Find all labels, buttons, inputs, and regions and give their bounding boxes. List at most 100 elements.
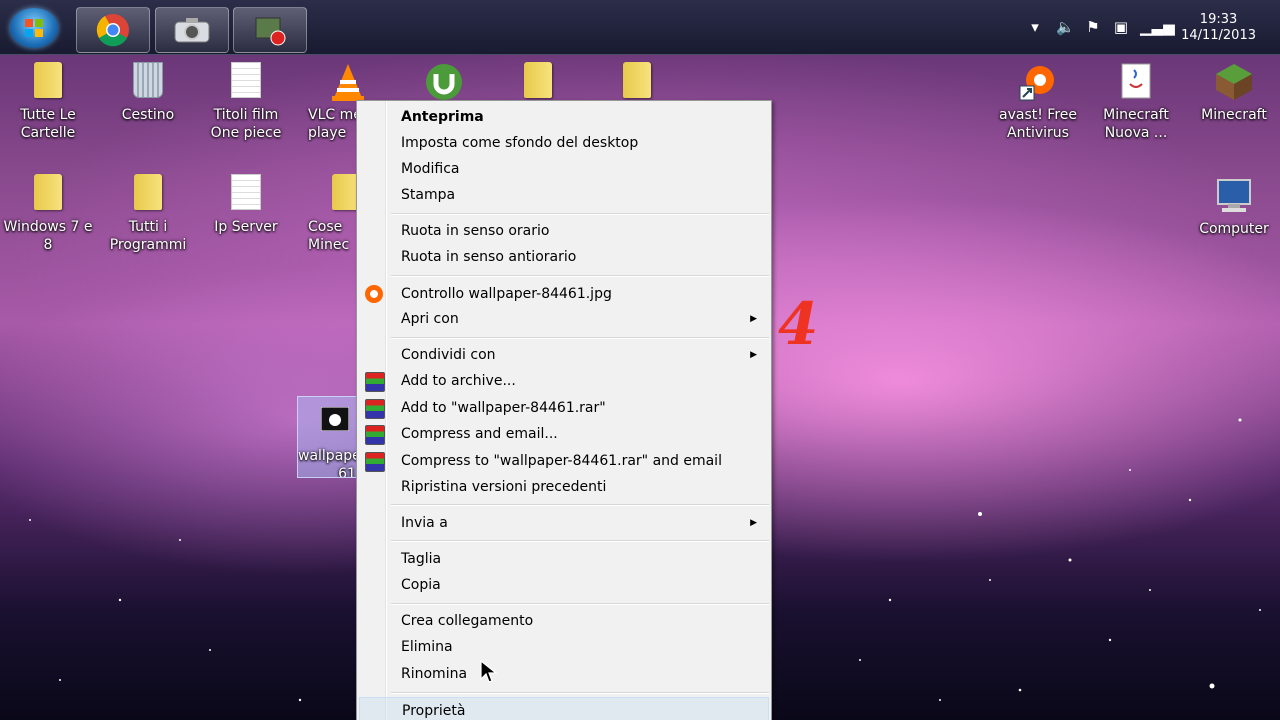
menu-item-stampa[interactable]: Stampa — [357, 182, 771, 208]
menu-item-label: Add to archive... — [401, 373, 516, 389]
menu-item-label: Compress and email... — [401, 426, 558, 442]
apple-image-icon — [320, 406, 350, 432]
menu-separator — [391, 504, 769, 506]
menu-separator — [391, 275, 769, 277]
menu-item-crea-collegamento[interactable]: Crea collegamento — [357, 608, 771, 634]
menu-item-copia[interactable]: Copia — [357, 572, 771, 598]
show-hidden-icons-arrow-icon[interactable]: ▾ — [1026, 18, 1044, 36]
menu-separator — [391, 692, 769, 694]
java-icon — [1121, 63, 1151, 99]
menu-item-label: Apri con — [401, 311, 459, 327]
menu-item-anteprima[interactable]: Anteprima — [357, 104, 771, 130]
desktop-icon-avast[interactable]: avast! Free Antivirus — [992, 62, 1084, 142]
desktop-icon-label: Computer — [1199, 221, 1269, 237]
menu-item-label: Copia — [401, 577, 441, 593]
clock-date: 14/11/2013 — [1181, 28, 1256, 43]
folder-icon — [524, 62, 552, 98]
menu-item-apri-con[interactable]: Apri con ▶ — [357, 306, 771, 332]
menu-item-ruota-antiorario[interactable]: Ruota in senso antiorario — [357, 244, 771, 270]
avast-icon — [365, 285, 383, 303]
desktop-icon-windows-7-e-8[interactable]: Windows 7 e 8 — [2, 174, 94, 254]
minecraft-icon — [1216, 64, 1252, 100]
recorder-icon — [255, 17, 286, 46]
taskbar-chrome-button[interactable] — [76, 7, 150, 53]
document-icon — [231, 62, 261, 98]
desktop-icon-label-2: 61 — [338, 466, 356, 478]
desktop-icon-ip-server[interactable]: Ip Server — [200, 174, 292, 236]
document-icon — [231, 174, 261, 210]
vlc-icon — [332, 64, 364, 101]
winrar-icon — [365, 425, 385, 445]
folder-icon — [623, 62, 651, 98]
desktop-icon-label: Minecraft — [1201, 107, 1267, 123]
winrar-icon — [365, 399, 385, 419]
camera-icon — [174, 18, 210, 43]
folder-icon — [134, 174, 162, 210]
menu-item-label: Invia a — [401, 515, 448, 531]
menu-item-modifica[interactable]: Modifica — [357, 156, 771, 182]
desktop-icon-cestino[interactable]: Cestino — [102, 62, 194, 124]
menu-item-label: Condividi con — [401, 347, 496, 363]
taskbar: ▾ 🔈 ⚑ ▣ ▁▃▅ 19:33 14/11/2013 — [0, 0, 1280, 55]
desktop-icon-wallpaper-selected[interactable]: wallpape 61 — [297, 396, 361, 478]
power-icon[interactable]: ▣ — [1112, 18, 1130, 36]
desktop-icon-label: avast! Free Antivirus — [999, 107, 1077, 141]
menu-item-taglia[interactable]: Taglia — [357, 546, 771, 572]
menu-item-ripristina-versioni[interactable]: Ripristina versioni precedenti — [357, 474, 771, 500]
menu-item-label: Rinomina — [401, 666, 468, 682]
clock-time: 19:33 — [1199, 12, 1238, 27]
menu-item-imposta-sfondo[interactable]: Imposta come sfondo del desktop — [357, 130, 771, 156]
submenu-arrow-icon: ▶ — [750, 350, 757, 360]
menu-item-label: Ripristina versioni precedenti — [401, 479, 607, 495]
menu-item-label: Taglia — [401, 551, 442, 567]
menu-separator — [391, 213, 769, 215]
folder-icon — [34, 62, 62, 98]
desktop-icon-minecraft-nuova[interactable]: Minecraft Nuova ... — [1090, 62, 1182, 142]
menu-item-label: Controllo wallpaper-84461.jpg — [401, 286, 612, 302]
menu-item-label: Imposta come sfondo del desktop — [401, 135, 639, 151]
submenu-arrow-icon: ▶ — [750, 314, 757, 324]
desktop-icon-label: Cose Minec — [308, 219, 350, 253]
menu-item-condividi-con[interactable]: Condividi con ▶ — [357, 342, 771, 368]
desktop-icon-label: wallpape — [298, 448, 361, 464]
taskbar-clock[interactable]: 19:33 14/11/2013 — [1181, 12, 1256, 44]
winrar-icon — [365, 372, 385, 392]
action-center-flag-icon[interactable]: ⚑ — [1084, 18, 1102, 36]
menu-item-label: Anteprima — [401, 109, 484, 125]
submenu-arrow-icon: ▶ — [750, 518, 757, 528]
desktop-icon-tutte-le-cartelle[interactable]: Tutte Le Cartelle — [2, 62, 94, 142]
network-signal-icon[interactable]: ▁▃▅ — [1140, 18, 1175, 36]
menu-item-label: Add to "wallpaper-84461.rar" — [401, 400, 606, 416]
start-button[interactable] — [10, 8, 58, 48]
menu-separator — [391, 540, 769, 542]
desktop-icon-label: Cestino — [121, 107, 175, 123]
desktop-icon-minecraft[interactable]: Minecraft — [1188, 62, 1280, 124]
utorrent-icon — [426, 64, 462, 100]
volume-icon[interactable]: 🔈 — [1056, 18, 1075, 36]
menu-item-compress-email[interactable]: Compress and email... — [357, 421, 771, 447]
menu-item-add-to-archive[interactable]: Add to archive... — [357, 368, 771, 394]
menu-item-controllo-avast[interactable]: Controllo wallpaper-84461.jpg — [357, 281, 771, 307]
menu-item-compress-to-rar-email[interactable]: Compress to "wallpaper-84461.rar" and em… — [357, 448, 771, 474]
step-annotation: 4 — [778, 290, 819, 358]
desktop-icon-label: Minecraft Nuova ... — [1103, 107, 1169, 141]
menu-item-label: Elimina — [401, 639, 453, 655]
menu-item-ruota-orario[interactable]: Ruota in senso orario — [357, 218, 771, 244]
menu-item-invia-a[interactable]: Invia a ▶ — [357, 510, 771, 536]
taskbar-camera-button[interactable] — [155, 7, 229, 53]
desktop-icon-titoli-film[interactable]: Titoli film One piece — [200, 62, 292, 142]
desktop-icon-label: Windows 7 e 8 — [3, 219, 93, 253]
mouse-cursor-icon — [480, 660, 498, 683]
menu-separator — [391, 603, 769, 605]
menu-item-label: Modifica — [401, 161, 460, 177]
menu-item-label: Stampa — [401, 187, 456, 203]
taskbar-recorder-button[interactable] — [233, 7, 307, 53]
desktop-icon-computer[interactable]: Computer — [1188, 176, 1280, 238]
menu-item-add-to-rar[interactable]: Add to "wallpaper-84461.rar" — [357, 395, 771, 421]
menu-item-rinomina[interactable]: Rinomina — [357, 661, 771, 687]
avast-icon — [1019, 66, 1054, 101]
desktop-icon-tutti-i-programmi[interactable]: Tutti i Programmi — [102, 174, 194, 254]
menu-item-elimina[interactable]: Elimina — [357, 634, 771, 660]
menu-item-proprieta[interactable]: Proprietà — [359, 697, 769, 720]
menu-separator — [391, 337, 769, 339]
